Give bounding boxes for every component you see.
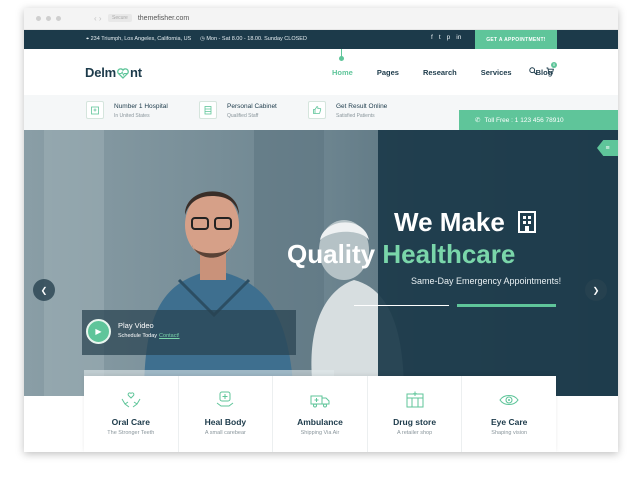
service-title: Drug store [393,417,437,427]
nav-item-home[interactable]: Home [332,68,353,77]
hero-divider-accent [457,304,556,307]
browser-window: ‹ › Secure themefisher.com ⌖ 234 Triumph… [24,8,618,452]
service-title: Eye Care [490,417,528,427]
hero-title-line2: Quality Healthcare [287,239,515,270]
service-title: Heal Body [204,417,247,427]
hours-text: Mon - Sat 8.00 - 18.00. Sunday CLOSED [206,36,307,42]
hero-title-plain: Quality [287,239,376,269]
social-links: f t p in [431,34,461,41]
service-subtitle: Shipping Via Air [300,430,340,436]
service-card-ambulance[interactable]: Ambulance Shipping Via Air [273,376,368,452]
hero-title-line1: We Make [394,207,538,238]
service-subtitle: Shaping vision [491,430,528,436]
window-control-dot[interactable] [56,16,61,21]
browser-nav-arrows-icon[interactable]: ‹ › [94,14,102,23]
feature-subtitle: Satisfied Patients [336,113,375,119]
service-card-heal-body[interactable]: Heal Body A small carebear [179,376,274,452]
hero-title-accent: Healthcare [382,239,516,269]
ambulance-icon [310,395,330,408]
hours-info: ◷ Mon - Sat 8.00 - 18.00. Sunday CLOSED [200,36,307,42]
search-icon[interactable] [529,67,537,77]
feature-subtitle: Qualified Staff [227,113,259,119]
toll-free-text: Toll Free : 1 123 456 78910 [484,116,564,124]
service-card-eye-care[interactable]: Eye Care Shaping vision [462,376,556,452]
service-subtitle: A retailer shop [396,430,433,436]
play-video-box [82,310,296,355]
chevron-left-icon: ❮ [40,285,48,295]
phone-icon: ✆ [475,117,481,124]
schedule-text: Schedule Today [118,333,158,339]
top-info-bar: ⌖ 234 Triumph, Los Angeles, California, … [24,30,618,49]
browser-toolbar: ‹ › Secure themefisher.com [24,8,618,30]
active-nav-marker [339,49,344,61]
cabinet-icon [199,101,217,119]
linkedin-icon[interactable]: in [456,34,461,41]
service-card-oral-care[interactable]: Oral Care The Stronger Teeth [84,376,179,452]
address-text: 234 Triumph, Los Angeles, California, US [90,36,192,42]
cart-icon[interactable] [546,67,554,77]
chevron-right-icon: ❯ [592,285,600,295]
hero-subtitle: Same-Day Emergency Appointments! [411,276,562,286]
window-control-dot[interactable] [46,16,51,21]
service-card-drug-store[interactable]: Drug store A retailer shop [368,376,463,452]
logo-text-left: Delm [85,65,116,80]
main-navigation: Delm nt Home Pages Research Services Blo… [24,49,618,95]
play-icon[interactable]: ▶ [86,319,111,344]
nav-item-pages[interactable]: Pages [377,68,399,77]
hands-heart-icon [121,392,141,408]
feature-item: Personal Cabinet Qualified Staff [199,101,277,119]
pinterest-icon[interactable]: p [447,34,451,41]
site-logo[interactable]: Delm nt [85,65,142,80]
cart-count-badge: 0 [551,62,557,68]
feature-title: Number 1 Hospital [114,103,168,110]
feature-subtitle: In United States [114,113,150,119]
logo-text-right: nt [130,65,142,80]
hero-divider-white [354,305,449,306]
slider-prev-button[interactable]: ❮ [33,279,55,301]
secure-badge: Secure [108,14,132,22]
nav-item-services[interactable]: Services [481,68,512,77]
twitter-icon[interactable]: t [439,34,441,41]
hero-title-line1-text: We Make [394,207,505,237]
hospital-building-icon [518,211,537,233]
eye-icon [499,394,519,406]
feature-strip: Number 1 Hospital In United States Perso… [24,95,618,130]
feature-title: Personal Cabinet [227,103,277,110]
services-row: Oral Care The Stronger Teeth Heal Body A… [84,376,556,452]
play-video-title: Play Video [118,321,154,330]
service-subtitle: The Stronger Teeth [107,430,155,436]
service-title: Ambulance [297,417,343,427]
feature-item: Get Result Online Satisfied Patients [308,101,387,119]
slider-next-button[interactable]: ❯ [585,279,607,301]
play-video-subtitle: Schedule Today Contact! [118,333,180,339]
nav-item-research[interactable]: Research [423,68,457,77]
address-info: ⌖ 234 Triumph, Los Angeles, California, … [86,36,192,42]
window-control-dot[interactable] [36,16,41,21]
hospital-icon [86,101,104,119]
feature-title: Get Result Online [336,103,388,110]
service-title: Oral Care [111,417,150,427]
thumbs-up-icon [308,101,326,119]
get-appointment-button[interactable]: GET A APPOINTMENT! [475,30,557,49]
url-text: themefisher.com [137,14,190,22]
facebook-icon[interactable]: f [431,34,433,41]
service-subtitle: A small carebear [204,430,246,436]
toll-free-banner[interactable]: ✆ Toll Free : 1 123 456 78910 [459,110,618,130]
nav-links: Home Pages Research Services Blog [332,68,576,77]
address-bar[interactable]: Secure themefisher.com [108,14,189,22]
heal-body-icon [217,391,234,407]
hero-slider: We Make Quality Healthcare Same-Day Emer… [24,130,618,396]
contact-link[interactable]: Contact! [159,333,179,339]
feature-item: Number 1 Hospital In United States [86,101,168,119]
drugstore-icon [406,391,424,408]
heart-pulse-icon [117,67,129,79]
